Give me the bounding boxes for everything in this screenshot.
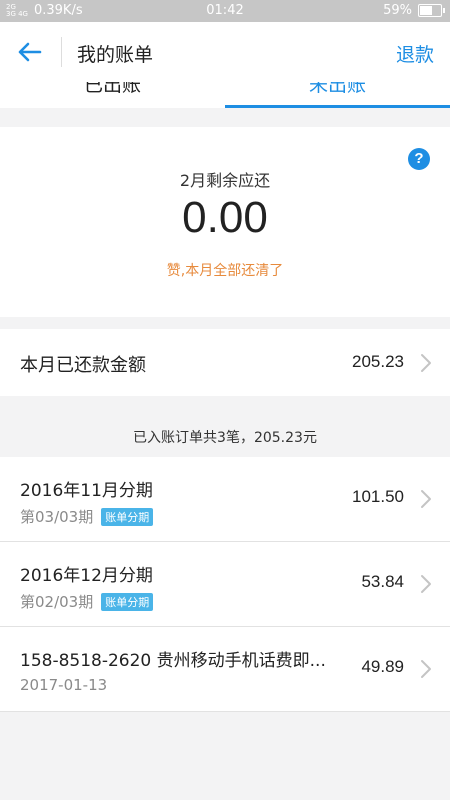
battery-fill bbox=[420, 6, 432, 15]
bill-subtitle: 2017-01-13 bbox=[20, 676, 107, 694]
bill-title: 2016年12月分期 bbox=[20, 566, 153, 586]
active-tab-indicator bbox=[225, 105, 450, 108]
list-item[interactable]: 2016年12月分期 第02/03期 账单分期 53.84 bbox=[0, 542, 450, 627]
bill-tabs: 已出账 未出账 bbox=[0, 82, 450, 108]
repayment-summary: ? 2月剩余应还 0.00 赞,本月全部还清了 bbox=[0, 127, 450, 317]
installment-badge: 账单分期 bbox=[101, 592, 154, 611]
bill-amount: 101.50 bbox=[352, 487, 404, 506]
list-item[interactable]: 158-8518-2620 贵州移动手机话费即... 2017-01-13 49… bbox=[0, 627, 450, 712]
remaining-due-amount: 0.00 bbox=[182, 193, 268, 242]
bill-amount: 49.89 bbox=[361, 657, 404, 676]
chevron-right-icon bbox=[421, 575, 431, 593]
tab-billed[interactable]: 已出账 bbox=[0, 82, 225, 97]
chevron-right-icon bbox=[421, 354, 431, 372]
app-header: 我的账单 退款 bbox=[0, 22, 450, 82]
refund-button[interactable]: 退款 bbox=[396, 40, 434, 67]
remaining-due-label: 2月剩余应还 bbox=[179, 171, 271, 190]
page-title: 我的账单 bbox=[77, 44, 154, 66]
bill-title: 158-8518-2620 贵州移动手机话费即... bbox=[20, 651, 326, 671]
battery-icon bbox=[418, 4, 445, 17]
paid-off-note: 赞,本月全部还清了 bbox=[166, 263, 284, 279]
tab-unbilled[interactable]: 未出账 bbox=[225, 82, 450, 97]
back-button[interactable] bbox=[14, 36, 46, 68]
status-right: 59% bbox=[383, 3, 445, 18]
repaid-amount: 205.23 bbox=[352, 352, 404, 371]
header-divider bbox=[61, 37, 62, 67]
bill-date: 2017-01-13 bbox=[20, 676, 108, 694]
bill-period: 第02/03期 bbox=[20, 593, 94, 611]
installment-badge: 账单分期 bbox=[101, 507, 154, 526]
repaid-amount-row[interactable]: 本月已还款金额 205.23 bbox=[0, 329, 450, 396]
bill-period: 第03/03期 bbox=[20, 508, 94, 526]
repaid-label: 本月已还款金额 bbox=[20, 355, 146, 376]
chevron-right-icon bbox=[421, 660, 431, 678]
bill-list: 2016年11月分期 第03/03期 账单分期 101.50 2016年12月分… bbox=[0, 457, 450, 712]
chevron-right-icon bbox=[421, 490, 431, 508]
bill-amount: 53.84 bbox=[361, 572, 404, 591]
status-bar: 2G 3G 4G 0.39K/s 01:42 59% bbox=[0, 0, 450, 22]
battery-percent: 59% bbox=[383, 3, 412, 18]
bills-count-header: 已入账订单共3笔，205.23元 bbox=[133, 430, 317, 446]
list-item[interactable]: 2016年11月分期 第03/03期 账单分期 101.50 bbox=[0, 457, 450, 542]
bill-subtitle: 第02/03期 账单分期 bbox=[20, 591, 154, 612]
bill-title: 2016年11月分期 bbox=[20, 481, 153, 501]
bill-subtitle: 第03/03期 账单分期 bbox=[20, 506, 154, 527]
arrow-left-icon bbox=[18, 42, 42, 62]
